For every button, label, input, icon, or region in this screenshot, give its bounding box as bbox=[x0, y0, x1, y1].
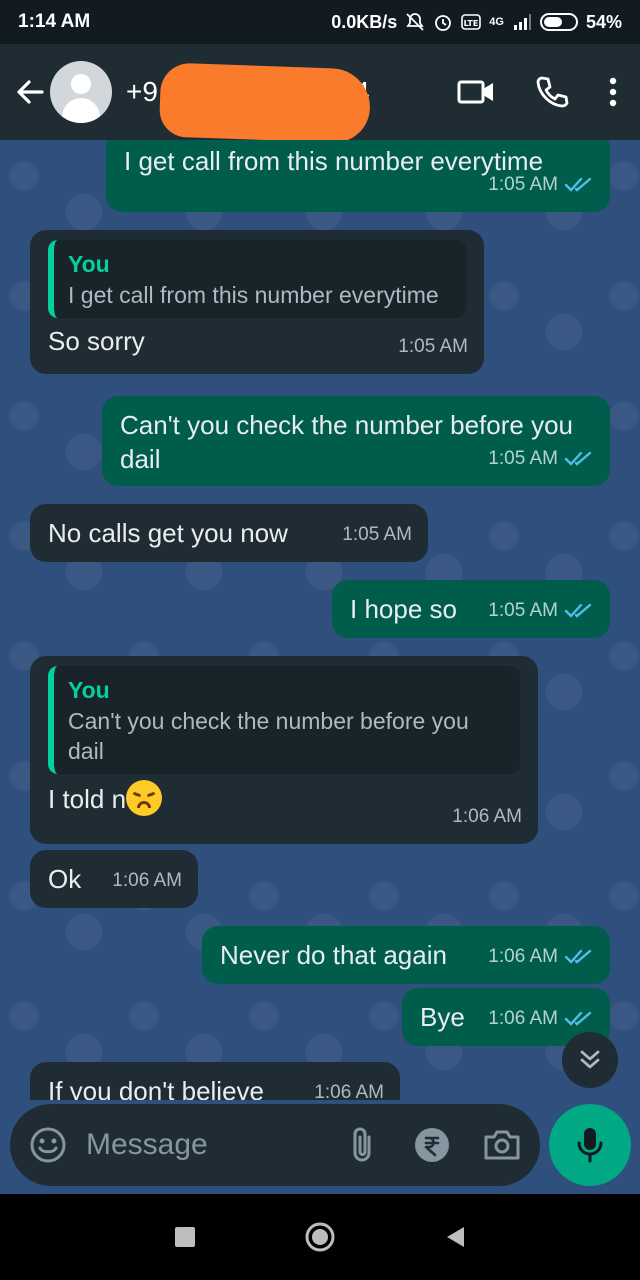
message-time: 1:06 AM bbox=[314, 1082, 384, 1100]
voice-record-button[interactable] bbox=[549, 1104, 631, 1186]
message-bubble[interactable]: Ok 1:06 AM bbox=[30, 850, 198, 908]
camera-icon bbox=[484, 1130, 520, 1160]
home-button[interactable] bbox=[304, 1221, 336, 1253]
read-receipt-icon bbox=[564, 177, 592, 192]
message-time: 1:06 AM bbox=[488, 1008, 558, 1029]
battery-icon bbox=[539, 13, 578, 31]
network-type: 4G bbox=[489, 16, 504, 28]
mute-icon bbox=[406, 13, 424, 31]
network-speed: 0.0KB/s bbox=[331, 11, 398, 32]
message-time: 1:05 AM bbox=[342, 524, 412, 545]
redaction-mark bbox=[158, 62, 372, 144]
message-bubble[interactable]: No calls get you now 1:05 AM bbox=[30, 504, 428, 562]
avatar[interactable] bbox=[50, 61, 112, 123]
message-time: 1:06 AM bbox=[452, 806, 522, 827]
status-bar: 1:14 AM 0.0KB/s LTE 4G 54% bbox=[0, 0, 640, 44]
message-time: 1:05 AM bbox=[488, 600, 558, 621]
voice-call-icon[interactable] bbox=[534, 74, 570, 110]
more-options-icon[interactable] bbox=[608, 76, 618, 108]
back-nav-button[interactable] bbox=[444, 1225, 466, 1249]
composer-bar bbox=[0, 1100, 640, 1194]
disappointed-face-icon bbox=[126, 780, 163, 816]
message-text: I told n bbox=[48, 784, 127, 814]
battery-level: 54% bbox=[585, 11, 622, 32]
reply-text: Can't you check the number before you da… bbox=[68, 708, 469, 764]
message-input-container bbox=[10, 1104, 540, 1186]
arrow-left-icon bbox=[17, 80, 44, 104]
message-bubble[interactable]: You I get call from this number everytim… bbox=[30, 230, 484, 374]
message-bubble[interactable]: You Can't you check the number before yo… bbox=[30, 656, 538, 844]
message-bubble[interactable]: I get call from this number everytime 1:… bbox=[106, 140, 610, 212]
attach-button[interactable] bbox=[342, 1125, 382, 1165]
microphone-icon bbox=[577, 1128, 603, 1163]
quoted-reply[interactable]: You Can't you check the number before yo… bbox=[48, 666, 520, 774]
chat-header: +9 4 bbox=[0, 44, 640, 144]
system-navigation-bar bbox=[0, 1194, 640, 1280]
recents-button[interactable] bbox=[174, 1226, 196, 1248]
message-bubble[interactable]: Can't you check the number before you da… bbox=[102, 396, 610, 486]
signal-icon bbox=[513, 14, 531, 30]
video-call-icon[interactable] bbox=[456, 76, 496, 108]
read-receipt-icon bbox=[564, 603, 592, 618]
message-time: 1:06 AM bbox=[488, 946, 558, 967]
scroll-to-bottom-button[interactable] bbox=[562, 1032, 618, 1088]
message-bubble[interactable]: Never do that again 1:06 AM bbox=[202, 926, 610, 984]
reply-text: I get call from this number everytime bbox=[68, 282, 439, 308]
payment-button[interactable] bbox=[412, 1125, 452, 1165]
read-receipt-icon bbox=[564, 1011, 592, 1026]
emoji-button[interactable] bbox=[28, 1125, 68, 1165]
message-time: 1:05 AM bbox=[398, 336, 468, 357]
back-button[interactable] bbox=[12, 74, 48, 110]
chat-area[interactable]: I get call from this number everytime 1:… bbox=[0, 140, 640, 1100]
message-time: 1:05 AM bbox=[488, 448, 558, 469]
message-input[interactable] bbox=[86, 1128, 296, 1162]
quoted-reply[interactable]: You I get call from this number everytim… bbox=[48, 240, 466, 318]
svg-text:LTE: LTE bbox=[464, 19, 479, 28]
read-receipt-icon bbox=[564, 949, 592, 964]
contact-name[interactable]: +9 4 bbox=[126, 62, 376, 144]
message-time: 1:05 AM bbox=[488, 174, 558, 195]
double-chevron-down-icon bbox=[580, 1050, 600, 1069]
reply-author: You bbox=[68, 677, 110, 703]
message-bubble[interactable]: If you don't believe 1:06 AM bbox=[30, 1062, 400, 1100]
rupee-icon bbox=[415, 1128, 449, 1162]
read-receipt-icon bbox=[564, 451, 592, 466]
volte-icon: LTE bbox=[461, 14, 482, 30]
camera-button[interactable] bbox=[482, 1125, 522, 1165]
message-time: 1:06 AM bbox=[112, 870, 182, 891]
emoji-icon bbox=[30, 1127, 66, 1163]
reply-author: You bbox=[68, 251, 110, 277]
message-bubble[interactable]: I hope so 1:05 AM bbox=[332, 580, 610, 638]
status-time: 1:14 AM bbox=[18, 11, 91, 32]
paperclip-icon bbox=[353, 1127, 371, 1162]
alarm-icon bbox=[435, 15, 452, 31]
